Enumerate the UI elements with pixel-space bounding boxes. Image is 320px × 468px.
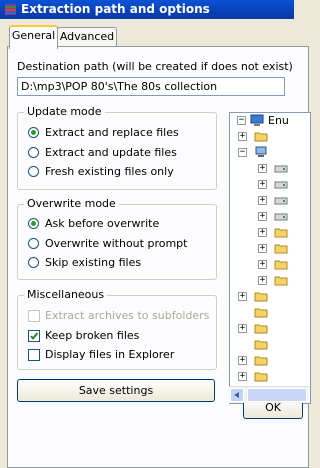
folder-icon[interactable] <box>254 306 268 318</box>
expand-icon[interactable]: + <box>238 372 247 381</box>
folder-icon[interactable] <box>274 226 288 238</box>
folder-icon[interactable] <box>254 290 268 302</box>
expand-icon[interactable]: + <box>258 164 267 173</box>
expand-icon[interactable]: + <box>258 196 267 205</box>
folder-icon[interactable] <box>254 322 268 334</box>
radio-extract-replace-label: Extract and replace files <box>45 126 179 139</box>
expand-icon[interactable]: + <box>258 260 267 269</box>
scroll-thumb[interactable] <box>247 388 307 402</box>
expand-icon[interactable]: + <box>258 180 267 189</box>
expand-icon[interactable]: + <box>238 292 247 301</box>
drive-icon[interactable] <box>274 210 288 222</box>
winrar-app-icon <box>5 4 16 15</box>
window-title: Extraction path and options <box>21 2 210 16</box>
save-settings-label: Save settings <box>78 384 154 397</box>
folder-icon[interactable] <box>274 258 288 270</box>
tree-horizontal-scrollbar[interactable] <box>229 386 309 403</box>
computer-icon[interactable] <box>254 146 268 158</box>
radio-selected-dot <box>31 221 36 226</box>
destination-path-label: Destination path (will be created if doe… <box>17 60 293 73</box>
checkbox[interactable] <box>28 310 40 322</box>
expand-icon[interactable]: + <box>258 228 267 237</box>
drive-icon[interactable] <box>274 194 288 206</box>
folder-icon[interactable] <box>254 130 268 142</box>
checkbox-display-in-explorer-label: Display files in Explorer <box>45 348 175 361</box>
radio-fresh-existing-label: Fresh existing files only <box>45 165 174 178</box>
miscellaneous-title: Miscellaneous <box>24 288 108 301</box>
radio-selected-dot <box>31 130 36 135</box>
radio-button[interactable] <box>28 257 39 268</box>
save-settings-button[interactable]: Save settings <box>17 379 215 402</box>
miscellaneous-group: Miscellaneous Extract archives to subfol… <box>17 288 217 370</box>
expand-icon[interactable]: + <box>258 212 267 221</box>
update-mode-group: Update mode Extract and replace files Ex… <box>17 105 217 190</box>
drive-icon[interactable] <box>274 178 288 190</box>
expand-icon[interactable]: + <box>238 356 247 365</box>
checkbox[interactable] <box>28 330 40 342</box>
checkmark-icon <box>30 332 39 340</box>
checkbox-extract-to-subfolders-label: Extract archives to subfolders <box>45 309 210 322</box>
radio-button[interactable] <box>28 238 39 249</box>
radio-extract-update-label: Extract and update files <box>45 146 177 159</box>
expand-icon[interactable]: + <box>238 324 247 333</box>
destination-path-input[interactable]: D:\mp3\POP 80's\The 80s collection <box>17 77 285 96</box>
folder-icon[interactable] <box>274 242 288 254</box>
overwrite-mode-title: Overwrite mode <box>24 197 119 210</box>
radio-button[interactable] <box>28 147 39 158</box>
tab-general-label: General <box>11 29 56 42</box>
tab-advanced-label: Advanced <box>59 30 115 43</box>
radio-skip-existing-label: Skip existing files <box>45 256 142 269</box>
tree-root-label: Enu <box>268 114 289 127</box>
tab-advanced[interactable]: Advanced <box>57 27 117 47</box>
radio-button[interactable] <box>28 166 39 177</box>
folder-icon[interactable] <box>254 354 268 366</box>
scroll-left-icon[interactable] <box>230 388 244 402</box>
overwrite-mode-group: Overwrite mode Ask before overwrite Over… <box>17 197 217 280</box>
radio-overwrite-without-prompt-label: Overwrite without prompt <box>45 237 188 250</box>
tab-general[interactable]: General <box>9 25 58 49</box>
expand-icon[interactable]: + <box>258 244 267 253</box>
title-bar[interactable]: Extraction path and options <box>0 0 294 19</box>
checkbox[interactable] <box>28 349 40 361</box>
drive-icon[interactable] <box>274 162 288 174</box>
collapse-icon[interactable]: − <box>237 116 246 125</box>
update-mode-title: Update mode <box>24 105 105 118</box>
folder-tree[interactable]: − Enu + − + + + + + + + + + + + + <box>229 112 311 404</box>
radio-ask-before-overwrite-label: Ask before overwrite <box>45 217 160 230</box>
checkbox-keep-broken-files-label: Keep broken files <box>45 329 140 342</box>
desktop-icon <box>250 114 264 126</box>
radio-button[interactable] <box>28 218 39 229</box>
folder-icon[interactable] <box>254 338 268 350</box>
radio-button[interactable] <box>28 127 39 138</box>
folder-icon[interactable] <box>274 274 288 286</box>
folder-icon[interactable] <box>254 370 268 382</box>
collapse-icon[interactable]: − <box>238 148 247 157</box>
expand-icon[interactable]: + <box>258 276 267 285</box>
expand-icon[interactable]: + <box>238 132 247 141</box>
